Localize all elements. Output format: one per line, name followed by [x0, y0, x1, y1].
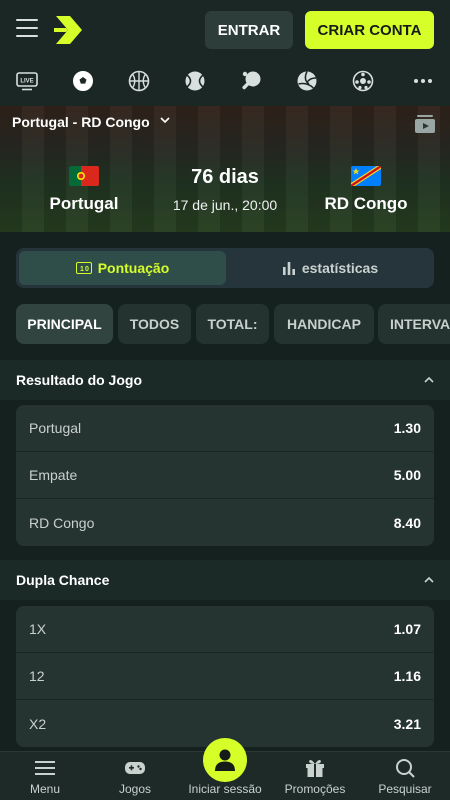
odd-label: X2 — [29, 715, 47, 732]
tab-handicap[interactable]: HANDICAP — [274, 304, 374, 344]
odd-row[interactable]: RD Congo 8.40 — [16, 499, 434, 546]
odd-label: Empate — [29, 467, 78, 483]
tab-todos[interactable]: TODOS — [118, 304, 191, 344]
live-stream-icon[interactable] — [414, 114, 436, 134]
odd-value: 1.16 — [393, 668, 421, 684]
tab-intervalo[interactable]: INTERVALO — [378, 304, 450, 344]
odd-row[interactable]: Empate 5.00 — [16, 452, 434, 499]
match-banner: Portugal - RD Congo Portugal RD Congo 76… — [0, 106, 450, 232]
tennis-ball-icon[interactable] — [184, 70, 206, 92]
away-team-name: RD Congo — [324, 194, 408, 213]
nav-label: Jogos — [118, 782, 152, 796]
odd-value: 1.07 — [393, 621, 421, 637]
portugal-flag-icon — [69, 166, 99, 186]
tab-score[interactable]: 1 0 Pontuação — [19, 251, 226, 285]
bar-chart-icon — [282, 262, 295, 275]
futsal-ball-icon[interactable] — [352, 70, 374, 92]
odd-row[interactable]: 1X 1.07 — [16, 606, 434, 653]
volleyball-icon[interactable] — [296, 70, 318, 92]
live-tv-icon[interactable]: LIVE — [16, 70, 38, 92]
nav-label: Iniciar sessão — [188, 782, 262, 796]
chevron-up-icon[interactable] — [424, 376, 434, 384]
gift-icon — [306, 760, 324, 777]
create-account-button[interactable]: CRIAR CONTA — [305, 11, 434, 49]
section-title: Dupla Chance — [16, 572, 110, 588]
nav-search[interactable]: Pesquisar — [360, 752, 450, 800]
gamepad-icon — [125, 762, 145, 774]
odd-row[interactable]: 12 1.16 — [16, 653, 434, 700]
svg-text:1: 1 — [80, 266, 84, 273]
odd-label: 12 — [29, 668, 45, 684]
dr-congo-flag-icon — [351, 166, 381, 186]
odd-value: 3.21 — [393, 715, 421, 732]
brand-logo-icon[interactable] — [52, 12, 86, 48]
odd-value: 8.40 — [393, 514, 421, 531]
nav-label: Menu — [29, 782, 61, 796]
user-icon — [215, 749, 235, 771]
sports-tab-bar: LIVE — [0, 60, 450, 106]
nav-label: Pesquisar — [378, 782, 432, 796]
odd-row[interactable]: Portugal 1.30 — [16, 405, 434, 452]
top-header: ENTRAR CRIAR CONTA — [0, 0, 450, 60]
svg-text:0: 0 — [85, 266, 89, 273]
tab-principal[interactable]: PRINCIPAL — [16, 304, 113, 344]
odd-label: 1X — [29, 621, 47, 637]
odds-list: Portugal 1.30 Empate 5.00 RD Congo 8.40 — [16, 405, 434, 546]
tab-total[interactable]: TOTAL: — [196, 304, 269, 344]
scoreboard-icon: 1 0 — [75, 262, 92, 274]
nav-label: Promoções — [284, 782, 346, 796]
hamburger-menu-icon[interactable] — [16, 19, 38, 39]
match-datetime: 17 de jun., 20:00 — [172, 197, 278, 213]
match-countdown: 76 dias — [191, 166, 259, 188]
market-category-tabs: PRINCIPAL TODOS TOTAL: HANDICAP INTERVAL… — [0, 304, 450, 346]
market-section-header[interactable]: Dupla Chance — [0, 560, 450, 600]
odds-list: 1X 1.07 12 1.16 X2 3.21 — [16, 606, 434, 747]
match-selector[interactable]: Portugal - RD Congo — [12, 114, 150, 130]
hamburger-icon — [35, 761, 55, 775]
nav-menu[interactable]: Menu — [0, 752, 90, 800]
login-button[interactable]: ENTRAR — [205, 11, 293, 49]
score-stats-toggle: 1 0 Pontuação estatísticas — [16, 248, 434, 288]
nav-games[interactable]: Jogos — [90, 752, 180, 800]
more-dots-icon[interactable] — [412, 70, 434, 92]
home-team-name: Portugal — [49, 194, 119, 213]
odd-value: 5.00 — [393, 467, 421, 483]
odd-value: 1.30 — [393, 420, 421, 436]
tab-score-label: Pontuação — [97, 260, 170, 276]
login-fab-button[interactable] — [203, 738, 247, 782]
search-icon — [396, 759, 415, 778]
soccer-ball-icon[interactable] — [72, 70, 94, 92]
odd-label: Portugal — [29, 420, 82, 436]
chevron-down-icon[interactable] — [160, 115, 170, 125]
odd-label: RD Congo — [29, 514, 95, 531]
nav-promotions[interactable]: Promoções — [270, 752, 360, 800]
chevron-up-icon[interactable] — [424, 576, 434, 584]
tab-statistics-label: estatísticas — [301, 260, 379, 276]
tab-statistics[interactable]: estatísticas — [228, 251, 432, 285]
market-section-header[interactable]: Resultado do Jogo — [0, 360, 450, 400]
table-tennis-icon[interactable] — [240, 70, 262, 92]
svg-text:LIVE: LIVE — [20, 79, 33, 85]
basketball-icon[interactable] — [128, 70, 150, 92]
section-title: Resultado do Jogo — [16, 372, 142, 388]
